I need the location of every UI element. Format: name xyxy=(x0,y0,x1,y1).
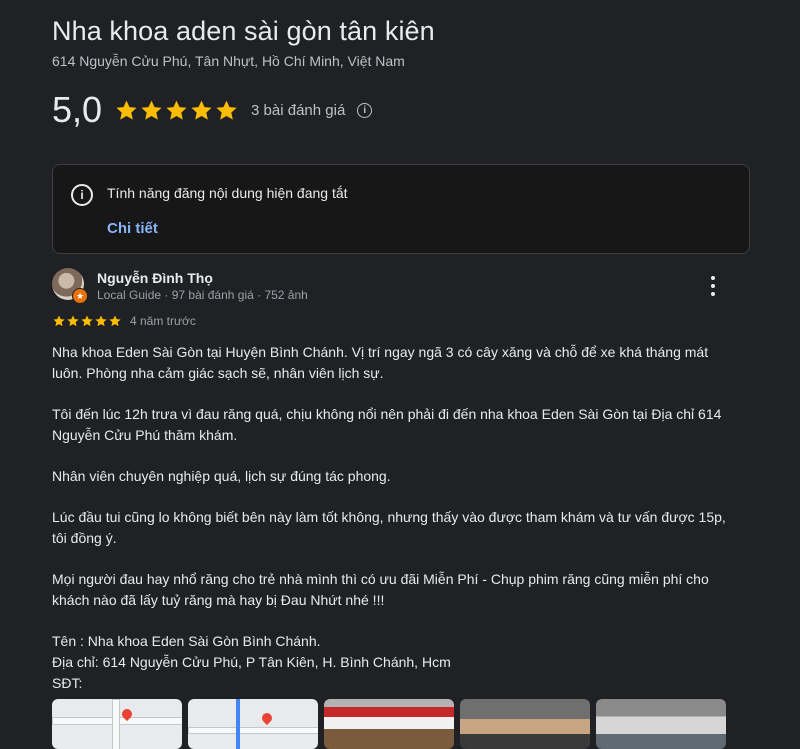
review-time: 4 năm trước xyxy=(130,314,196,328)
review-paragraph: Tôi đến lúc 12h trưa vì đau răng quá, ch… xyxy=(52,406,722,443)
star-icon xyxy=(166,100,187,120)
rating-summary: 5,0 3 bài đánh giá i xyxy=(52,88,373,132)
review-stars xyxy=(52,314,122,328)
review-paragraph: Nhân viên chuyên nghiệp quá, lịch sự đún… xyxy=(52,468,391,484)
star-icon xyxy=(116,100,137,120)
local-guide-badge-icon: ★ xyxy=(72,288,88,304)
star-icon xyxy=(109,315,121,327)
star-icon xyxy=(95,315,107,327)
review-photo[interactable] xyxy=(460,699,590,749)
star-icon xyxy=(67,315,79,327)
notice-text: Tính năng đăng nội dung hiện đang tắt xyxy=(107,185,348,201)
contact-line: SĐT: xyxy=(52,675,83,691)
review-photo[interactable] xyxy=(324,699,454,749)
place-address: 614 Nguyễn Cửu Phú, Tân Nhựt, Hồ Chí Min… xyxy=(52,53,405,69)
reviewer-meta: Local Guide · 97 bài đánh giá · 752 ảnh xyxy=(97,288,308,302)
star-icon xyxy=(53,315,65,327)
place-title: Nha khoa aden sài gòn tân kiên xyxy=(52,16,435,46)
review-count[interactable]: 3 bài đánh giá xyxy=(251,102,345,119)
review-photo-map[interactable] xyxy=(188,699,318,749)
rating-stars xyxy=(114,98,239,123)
review-photo[interactable] xyxy=(596,699,726,749)
review-photo-map[interactable] xyxy=(52,699,182,749)
rating-value: 5,0 xyxy=(52,89,103,130)
review-paragraph: Lúc đầu tui cũng lo không biết bên này l… xyxy=(52,509,726,546)
star-icon xyxy=(191,100,212,120)
star-icon xyxy=(216,100,237,120)
review-photos xyxy=(52,699,726,749)
review-rating: 4 năm trước xyxy=(52,314,196,328)
info-icon: i xyxy=(71,184,93,206)
contact-line: Địa chỉ: 614 Nguyễn Cửu Phú, P Tân Kiên,… xyxy=(52,654,451,670)
info-icon[interactable]: i xyxy=(357,102,373,118)
more-options-icon[interactable] xyxy=(708,276,718,296)
details-link[interactable]: Chi tiết xyxy=(107,220,158,237)
review-paragraph: Mọi người đau hay nhổ răng cho trẻ nhà m… xyxy=(52,571,709,608)
posting-disabled-notice: i Tính năng đăng nội dung hiện đang tắt … xyxy=(52,164,750,254)
reviewer-name[interactable]: Nguyễn Đình Thọ xyxy=(97,270,213,286)
star-icon xyxy=(141,100,162,120)
contact-line: Tên : Nha khoa Eden Sài Gòn Bình Chánh. xyxy=(52,633,321,649)
review-text: Nha khoa Eden Sài Gòn tại Huyện Bình Chá… xyxy=(52,342,742,694)
star-icon xyxy=(81,315,93,327)
review-paragraph: Nha khoa Eden Sài Gòn tại Huyện Bình Chá… xyxy=(52,344,709,381)
